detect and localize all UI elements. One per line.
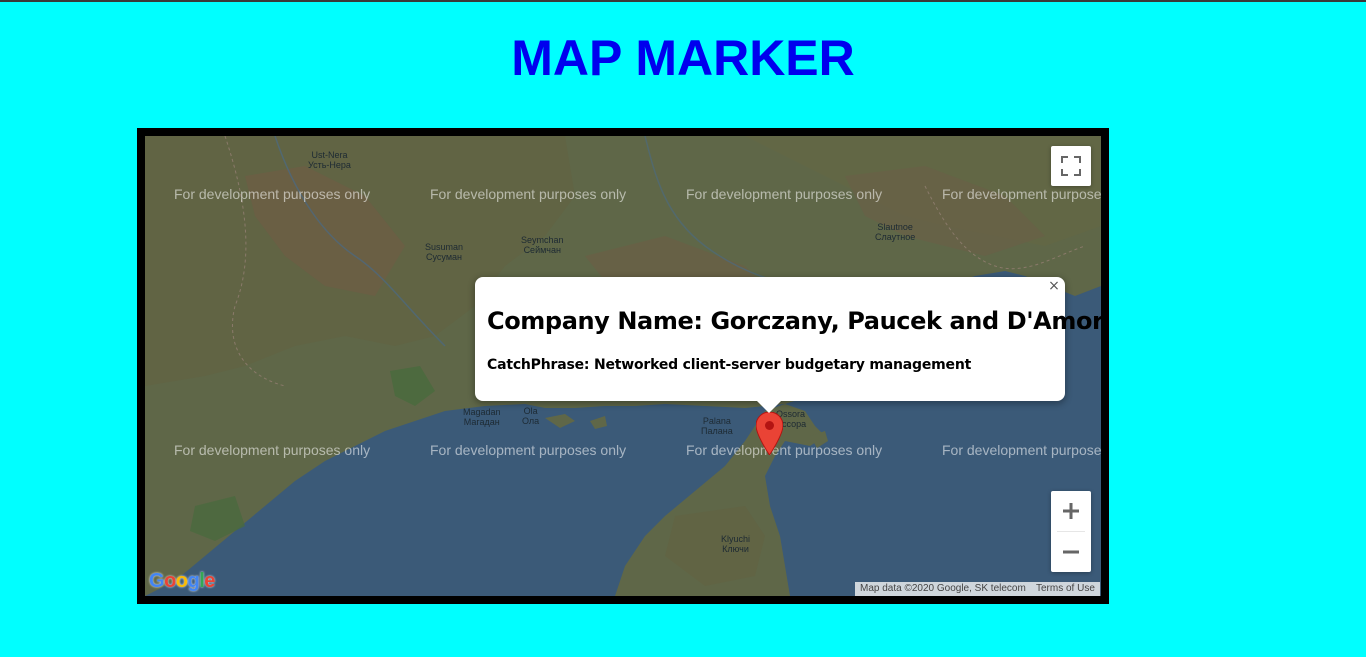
- place-seymchan: Seymchan Сеймчан: [521, 235, 564, 255]
- place-palana: Palana Палана: [701, 416, 733, 436]
- map-canvas[interactable]: Ust-Nera Усть-Нера Susuman Сусуман Seymcha…: [145, 136, 1101, 596]
- watermark: For development purposes only: [430, 442, 627, 458]
- page-title: MAP MARKER: [511, 30, 855, 86]
- place-ola: Ola Ола: [522, 406, 540, 426]
- info-window-subtitle: CatchPhrase: Networked client-server bud…: [487, 357, 972, 373]
- map-frame: Ust-Nera Усть-Нера Susuman Сусуман Seymcha…: [137, 128, 1109, 604]
- info-window-title: Company Name: Gorczany, Paucek and D'Amo…: [487, 307, 1101, 335]
- zoom-in-button[interactable]: [1051, 491, 1091, 531]
- watermark: For development purposes only: [942, 186, 1101, 202]
- place-klyuchi: Klyuchi Ключи: [721, 534, 751, 554]
- terms-of-use-link[interactable]: Terms of Use: [1031, 582, 1100, 596]
- zoom-control: [1051, 491, 1091, 572]
- minus-icon: [1063, 550, 1079, 554]
- info-window-pointer: [757, 401, 781, 413]
- watermark: For development purposes only: [174, 186, 371, 202]
- map-marker[interactable]: [755, 411, 784, 456]
- place-magadan: Magadan Магадан: [463, 407, 501, 427]
- fullscreen-icon: [1061, 156, 1081, 176]
- close-icon[interactable]: ×: [1047, 279, 1061, 293]
- watermark: For development purposes only: [686, 442, 883, 458]
- map-pin-icon: [755, 411, 784, 456]
- zoom-out-button[interactable]: [1051, 532, 1091, 572]
- place-susuman: Susuman Сусуман: [425, 242, 464, 262]
- watermark: For development purposes only: [430, 186, 627, 202]
- top-border: [0, 0, 1366, 2]
- watermark: For development purposes only: [942, 442, 1101, 458]
- map-data-attribution: Map data ©2020 Google, SK telecom: [855, 582, 1031, 596]
- info-window: × Company Name: Gorczany, Paucek and D'A…: [475, 277, 1101, 413]
- watermark: For development purposes only: [686, 186, 883, 202]
- plus-icon: [1063, 503, 1079, 519]
- fullscreen-button[interactable]: [1051, 146, 1091, 186]
- place-slautnoe: Slautnoe Слаутное: [875, 222, 916, 242]
- google-logo[interactable]: Google: [149, 570, 215, 593]
- watermark: For development purposes only: [174, 442, 371, 458]
- place-ust-nera: Ust-Nera Усть-Нера: [308, 150, 351, 170]
